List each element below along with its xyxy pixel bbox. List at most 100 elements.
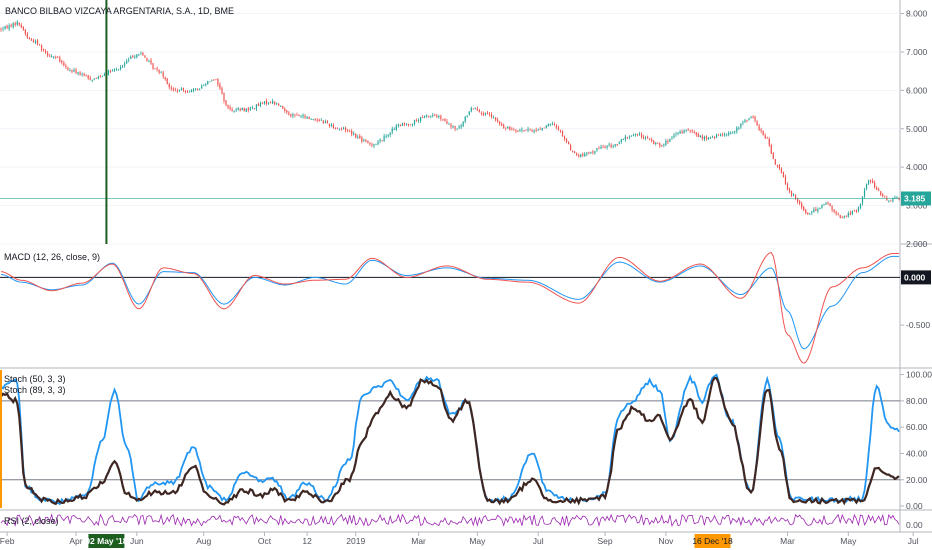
candle-body [876, 187, 878, 190]
rsi-pane[interactable] [0, 513, 900, 528]
candle-body [790, 190, 793, 196]
price-axis-label: 2.000 [906, 239, 928, 249]
candle-body [49, 55, 51, 57]
candle-body [576, 153, 578, 155]
candle-body [385, 136, 387, 137]
candle-body [97, 76, 99, 79]
candle-body [312, 119, 314, 120]
candle-body [713, 137, 716, 139]
candle-body [166, 78, 168, 85]
candle-body [363, 140, 365, 142]
time-axis-label: May [840, 536, 857, 546]
candle-body [717, 134, 720, 136]
candle-body [715, 134, 718, 138]
stoch-axis-label: 20.00 [906, 475, 928, 485]
stoch-pane[interactable] [0, 370, 900, 508]
candle-body [20, 24, 22, 28]
candle-body [827, 202, 829, 204]
candle-body [474, 107, 476, 110]
price-pane[interactable] [0, 20, 900, 219]
time-axis-label: Nov [658, 536, 674, 546]
candle-body [513, 129, 515, 131]
candle-body [314, 119, 316, 121]
candle-body [38, 44, 41, 46]
candle-body [669, 138, 671, 142]
candle-body [170, 87, 172, 89]
candle-body [411, 123, 414, 125]
candle-body [776, 165, 778, 167]
candle-body [124, 63, 126, 66]
candle-body [4, 26, 6, 30]
candle-body [375, 143, 377, 145]
stoch-axis-label: 60.00 [906, 422, 928, 432]
candle-body [464, 116, 466, 122]
candle-body [243, 108, 245, 112]
candle-body [126, 60, 128, 64]
candle-body [762, 130, 764, 136]
candle-body [849, 212, 851, 215]
candle-body [292, 114, 294, 117]
candle-body [878, 189, 880, 191]
candle-body [132, 56, 134, 58]
candle-body [807, 212, 809, 215]
candle-body [835, 212, 837, 214]
candle-body [286, 110, 288, 112]
candle-body [47, 53, 49, 56]
candle-body [122, 65, 124, 67]
candle-body [211, 80, 213, 82]
candle-body [298, 114, 300, 116]
candle-body [728, 132, 730, 135]
candle-body [207, 81, 209, 85]
candle-body [884, 196, 886, 198]
candle-body [233, 110, 235, 112]
macd-pane[interactable] [0, 251, 900, 364]
candle-body [306, 116, 308, 119]
candle-body [342, 127, 345, 130]
candle-body [748, 118, 750, 120]
candle-body [239, 108, 241, 111]
candle-body [890, 200, 892, 202]
candle-body [379, 139, 381, 142]
candle-body [324, 121, 326, 123]
candle-body [290, 114, 292, 117]
candle-body [26, 33, 28, 38]
last-price-label: 3.185 [904, 193, 926, 203]
price-axis-label: 4.000 [906, 162, 928, 172]
candle-body [365, 140, 367, 142]
candle-body [511, 128, 513, 130]
candle-body [683, 129, 685, 134]
candle-body [649, 138, 651, 140]
candle-body [213, 79, 215, 81]
candle-body [821, 204, 823, 209]
candle-body [732, 131, 734, 133]
candle-body [764, 135, 766, 139]
candle-body [580, 154, 582, 157]
candle-body [851, 211, 853, 215]
candle-body [30, 39, 33, 41]
candle-body [657, 142, 659, 144]
candle-body [192, 89, 195, 91]
candle-body [529, 129, 531, 131]
stoch-left-marker [0, 370, 2, 508]
rsi-axis-label: 0.00 [906, 520, 923, 530]
candle-body [531, 130, 533, 132]
candle-body [750, 116, 752, 119]
chart-canvas[interactable]: 2.0003.0004.0005.0006.0007.0008.0003.185… [0, 0, 932, 550]
candle-body [426, 115, 428, 117]
stoch-subtitle: Stoch (89, 3, 3) [4, 385, 66, 395]
candle-body [276, 103, 278, 105]
candle-body [742, 122, 744, 124]
candle-body [460, 125, 462, 128]
candle-body [462, 121, 464, 127]
candle-body [334, 128, 337, 130]
candle-body [130, 56, 132, 59]
time-axis-label: Mar [411, 536, 426, 546]
candle-body [604, 146, 606, 149]
candle-body [176, 90, 178, 92]
candle-body [541, 127, 543, 130]
candle-body [490, 114, 493, 118]
candle-body [387, 135, 389, 136]
candle-body [709, 137, 712, 139]
candle-body [69, 70, 71, 71]
candle-body [197, 88, 199, 90]
